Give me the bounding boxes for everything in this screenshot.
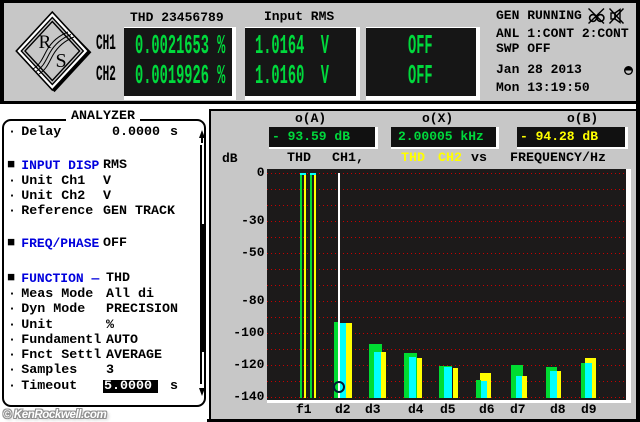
svg-text:R: R	[39, 32, 52, 53]
svg-text:S: S	[56, 50, 67, 72]
